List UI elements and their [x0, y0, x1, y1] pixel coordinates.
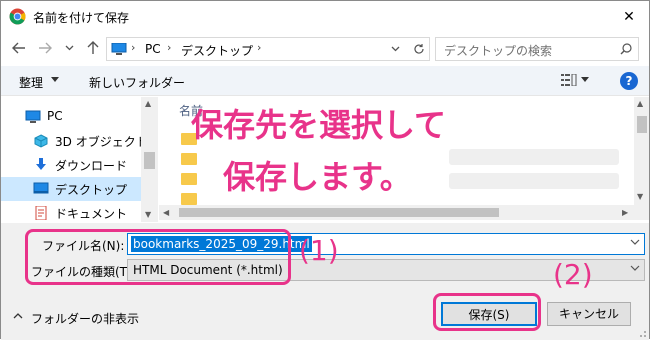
- nav-item-label: PC: [47, 109, 63, 123]
- command-bar: 整理 新しいフォルダー ?: [1, 66, 649, 96]
- scroll-up-icon[interactable]: ▲: [145, 99, 151, 108]
- caret-down-icon: [51, 77, 59, 82]
- back-button[interactable]: [9, 38, 29, 58]
- forward-button[interactable]: [35, 38, 55, 58]
- annotation-box-2: [433, 293, 541, 331]
- nav-item-downloads[interactable]: ダウンロード: [1, 153, 141, 177]
- download-icon: [36, 158, 46, 170]
- chevron-down-icon: [630, 265, 640, 271]
- scroll-up-icon[interactable]: ▲: [637, 99, 643, 108]
- title-bar: 名前を付けて保存 ✕: [1, 1, 649, 32]
- chevron-down-icon[interactable]: [630, 239, 640, 245]
- new-folder-button[interactable]: 新しいフォルダー: [89, 74, 185, 91]
- cancel-button[interactable]: キャンセル: [547, 302, 631, 326]
- refresh-icon: [414, 44, 424, 54]
- nav-item-pc[interactable]: PC: [1, 105, 141, 129]
- nav-item-label: ドキュメント: [55, 207, 128, 221]
- chevron-down-icon: [65, 45, 73, 51]
- arrow-left-icon: [12, 42, 25, 54]
- breadcrumb-separator: ›: [257, 41, 262, 54]
- annotation-line-2: 保存します。: [223, 158, 412, 196]
- up-button[interactable]: [83, 38, 103, 58]
- navigation-bar: › PC › デスクトップ › デスクトップの検索: [1, 32, 649, 64]
- annotation-line-1: 保存先を選択して: [191, 106, 447, 144]
- folder-icon[interactable]: [181, 193, 197, 205]
- scroll-thumb[interactable]: [179, 208, 499, 217]
- save-as-dialog: 名前を付けて保存 ✕ › PC › デスクトップ › デスクトップの検索 整理 …: [0, 0, 650, 340]
- breadcrumb-separator: ›: [131, 41, 136, 54]
- blurred-row: [449, 173, 619, 189]
- close-icon: ✕: [623, 8, 635, 25]
- address-dropdown[interactable]: [385, 38, 405, 60]
- recent-locations-button[interactable]: [59, 38, 79, 58]
- nav-pane-scrollbar[interactable]: ▲ ▼: [141, 97, 158, 222]
- 3d-objects-icon: [34, 134, 48, 148]
- pc-icon: [111, 43, 127, 55]
- breadcrumb-pc[interactable]: PC: [145, 42, 161, 56]
- folder-icon[interactable]: [181, 173, 197, 185]
- blurred-row: [449, 149, 619, 165]
- hide-folders-toggle[interactable]: フォルダーの非表示: [31, 310, 139, 327]
- scroll-thumb[interactable]: [144, 152, 155, 169]
- chevron-up-icon[interactable]: [13, 312, 23, 319]
- view-options-icon[interactable]: [561, 74, 577, 86]
- breadcrumb-separator: ›: [167, 41, 172, 54]
- annotation-marker-1: (1): [299, 234, 339, 267]
- desktop-icon: [33, 182, 49, 194]
- pc-icon: [25, 110, 41, 123]
- breadcrumb-desktop[interactable]: デスクトップ: [181, 42, 253, 59]
- resize-grip-icon[interactable]: [637, 328, 647, 338]
- nav-item-label: デスクトップ: [55, 183, 128, 197]
- nav-item-3d-objects[interactable]: 3D オブジェクト: [1, 129, 148, 153]
- file-list-hscrollbar[interactable]: ◀ ▶: [159, 205, 649, 220]
- arrow-up-icon: [87, 41, 99, 54]
- scroll-left-icon[interactable]: ◀: [163, 208, 169, 217]
- nav-item-documents[interactable]: ドキュメント: [1, 201, 141, 222]
- organize-button[interactable]: 整理: [19, 74, 43, 91]
- search-placeholder: デスクトップの検索: [444, 44, 553, 58]
- arrow-right-icon: [39, 42, 52, 54]
- annotation-marker-2: (2): [553, 258, 593, 291]
- file-list-scrollbar[interactable]: ▲ ▼: [634, 97, 649, 205]
- window-title: 名前を付けて保存: [33, 11, 130, 25]
- nav-item-desktop[interactable]: デスクトップ: [1, 177, 141, 201]
- nav-item-label: 3D オブジェクト: [55, 135, 148, 149]
- scroll-down-icon[interactable]: ▼: [637, 192, 643, 201]
- caret-down-icon[interactable]: [581, 77, 589, 82]
- search-input[interactable]: デスクトップの検索: [435, 37, 639, 61]
- address-bar[interactable]: › PC › デスクトップ ›: [106, 37, 430, 61]
- nav-item-label: ダウンロード: [55, 159, 128, 173]
- annotation-box-1: [25, 229, 291, 285]
- chevron-down-icon: [391, 46, 399, 52]
- search-icon: [620, 43, 632, 55]
- close-button[interactable]: ✕: [609, 1, 649, 32]
- navigation-pane: PC 3D オブジェクト ダウンロード デスクトップ ドキュメント ▲ ▼: [1, 97, 158, 222]
- scroll-thumb[interactable]: [637, 116, 647, 133]
- refresh-button[interactable]: [409, 38, 429, 60]
- scroll-down-icon[interactable]: ▼: [145, 210, 151, 219]
- document-icon: [35, 206, 47, 220]
- help-icon[interactable]: ?: [620, 72, 638, 90]
- scroll-right-icon[interactable]: ▶: [622, 208, 628, 217]
- folder-icon[interactable]: [181, 153, 197, 165]
- chrome-icon: [9, 8, 26, 25]
